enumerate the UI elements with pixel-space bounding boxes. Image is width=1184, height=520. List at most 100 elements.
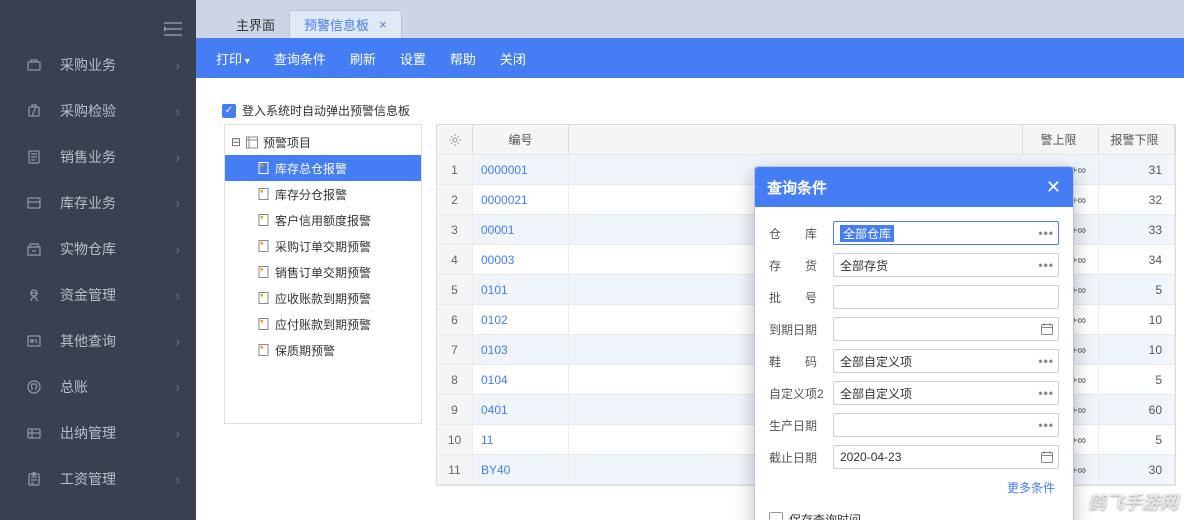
nav-icon [24,57,44,73]
field-goods[interactable]: 存 货 全部存货••• [769,249,1059,281]
toolbar-query[interactable]: 查询条件 [274,49,326,68]
col-code[interactable]: 编号 [473,125,569,154]
close-icon[interactable]: × [379,17,387,32]
nav-label: 实物仓库 [60,239,175,259]
toolbar-refresh[interactable]: 刷新 [350,49,376,68]
nav-icon [24,379,44,395]
cell-code[interactable]: 0102 [473,305,569,334]
row-index: 6 [437,305,473,334]
nav-label: 工资管理 [60,469,175,489]
field-shoecode[interactable]: 鞋 码 全部自定义项••• [769,345,1059,377]
chevron-right-icon: › [175,379,180,395]
picker-icon[interactable]: ••• [1038,418,1054,432]
cell-code[interactable]: 0104 [473,365,569,394]
collapse-toggle-icon[interactable]: ⊟ [231,135,241,149]
nav-label: 销售业务 [60,147,175,167]
toolbar: 打印 查询条件 刷新 设置 帮助 关闭 [196,38,1184,78]
modal-body: 仓 库 全部仓库••• 存 货 全部存货••• 批 号 到期日期 [755,207,1073,520]
chevron-right-icon: › [175,149,180,165]
cell-code[interactable]: 0401 [473,395,569,424]
nav-label: 采购检验 [60,101,175,121]
tree-node-4[interactable]: 销售订单交期预警 [225,259,421,285]
field-custom2[interactable]: 自定义项2 全部自定义项••• [769,377,1059,409]
sidebar-item-7[interactable]: 总账› [0,364,196,410]
tree-node-5[interactable]: 应收账款到期预警 [225,285,421,311]
nav-label: 其他查询 [60,331,175,351]
sidebar-item-3[interactable]: 库存业务› [0,180,196,226]
table-head: 编号 警上限 报警下限 [437,125,1175,155]
nav-icon [24,195,44,211]
sidebar-item-5[interactable]: 资金管理› [0,272,196,318]
tree-node-label: 销售订单交期预警 [275,264,371,281]
more-conditions-link[interactable]: 更多条件 [1007,481,1055,495]
save-query-time-checkbox[interactable]: 保存查询时间 [769,506,1059,520]
picker-icon[interactable]: ••• [1038,354,1054,368]
cell-code[interactable]: 11 [473,425,569,454]
tree-node-7[interactable]: 保质期预警 [225,337,421,363]
toolbar-settings[interactable]: 设置 [400,49,426,68]
sidebar-item-2[interactable]: 销售业务› [0,134,196,180]
tree-node-3[interactable]: 采购订单交期预警 [225,233,421,259]
field-production-date[interactable]: 生产日期 ••• [769,409,1059,441]
toolbar-print[interactable]: 打印 [216,49,250,68]
chevron-right-icon: › [175,241,180,257]
sidebar-item-6[interactable]: 其他查询› [0,318,196,364]
label-proddate: 生产日期 [769,417,833,434]
file-icon [257,213,271,227]
cell-code[interactable]: 0103 [473,335,569,364]
tree-node-6[interactable]: 应付账款到期预警 [225,311,421,337]
sidebar-collapse-button[interactable] [164,22,182,36]
query-modal: 查询条件 ✕ 仓 库 全部仓库••• 存 货 全部存货••• 批 号 [754,166,1074,520]
field-warehouse[interactable]: 仓 库 全部仓库••• [769,217,1059,249]
col-upper[interactable]: 警上限 [1023,125,1099,154]
sidebar-item-1[interactable]: 采购检验› [0,88,196,134]
tab-main[interactable]: 主界面 [222,10,289,38]
cell-lower: 5 [1099,365,1175,394]
sidebar-item-9[interactable]: 工资管理› [0,456,196,502]
row-index: 9 [437,395,473,424]
field-batch[interactable]: 批 号 [769,281,1059,313]
gear-icon[interactable] [437,125,473,154]
picker-icon[interactable]: ••• [1038,226,1054,240]
cell-code[interactable]: 00001 [473,215,569,244]
sidebar-item-4[interactable]: 实物仓库› [0,226,196,272]
field-deadline[interactable]: 截止日期 2020-04-23 [769,441,1059,473]
cell-code[interactable]: 0000001 [473,155,569,184]
cell-code[interactable]: 0000021 [473,185,569,214]
toolbar-close[interactable]: 关闭 [500,49,526,68]
cell-code[interactable]: BY40 [473,455,569,484]
cell-code[interactable]: 0101 [473,275,569,304]
modal-close-icon[interactable]: ✕ [1046,177,1061,198]
tab-bar: 主界面 预警信息板 × [196,0,1184,38]
col-lower[interactable]: 报警下限 [1099,125,1175,154]
picker-icon[interactable]: ••• [1038,386,1054,400]
sidebar-item-0[interactable]: 采购业务› [0,42,196,88]
cell-code[interactable]: 00003 [473,245,569,274]
calendar-icon[interactable] [1040,450,1054,464]
tree-node-1[interactable]: 库存分仓报警 [225,181,421,207]
sidebar-item-8[interactable]: 出纳管理› [0,410,196,456]
modal-header: 查询条件 ✕ [755,167,1073,207]
cell-lower: 34 [1099,245,1175,274]
label-warehouse: 仓 库 [769,225,833,242]
nav-icon [24,103,44,119]
tree-node-0[interactable]: 库存总仓报警 [225,155,421,181]
calendar-icon[interactable] [1040,322,1054,336]
tree-root[interactable]: ⊟ 预警项目 [225,129,421,155]
label-arrival: 到期日期 [769,321,833,338]
toolbar-help[interactable]: 帮助 [450,49,476,68]
label-deadline: 截止日期 [769,449,833,466]
tree-node-label: 库存总仓报警 [275,160,347,177]
chevron-right-icon: › [175,333,180,349]
picker-icon[interactable]: ••• [1038,258,1054,272]
field-arrival-date[interactable]: 到期日期 [769,313,1059,345]
tree-node-label: 保质期预警 [275,342,335,359]
nav-label: 采购业务 [60,55,175,75]
tab-alert-board[interactable]: 预警信息板 × [289,10,402,38]
file-icon [257,239,271,253]
chevron-right-icon: › [175,103,180,119]
file-icon [257,187,271,201]
tree-node-2[interactable]: 客户信用额度报警 [225,207,421,233]
file-icon [257,343,271,357]
auto-popup-checkbox-row[interactable]: ✓ 登入系统时自动弹出预警信息板 [222,102,410,119]
